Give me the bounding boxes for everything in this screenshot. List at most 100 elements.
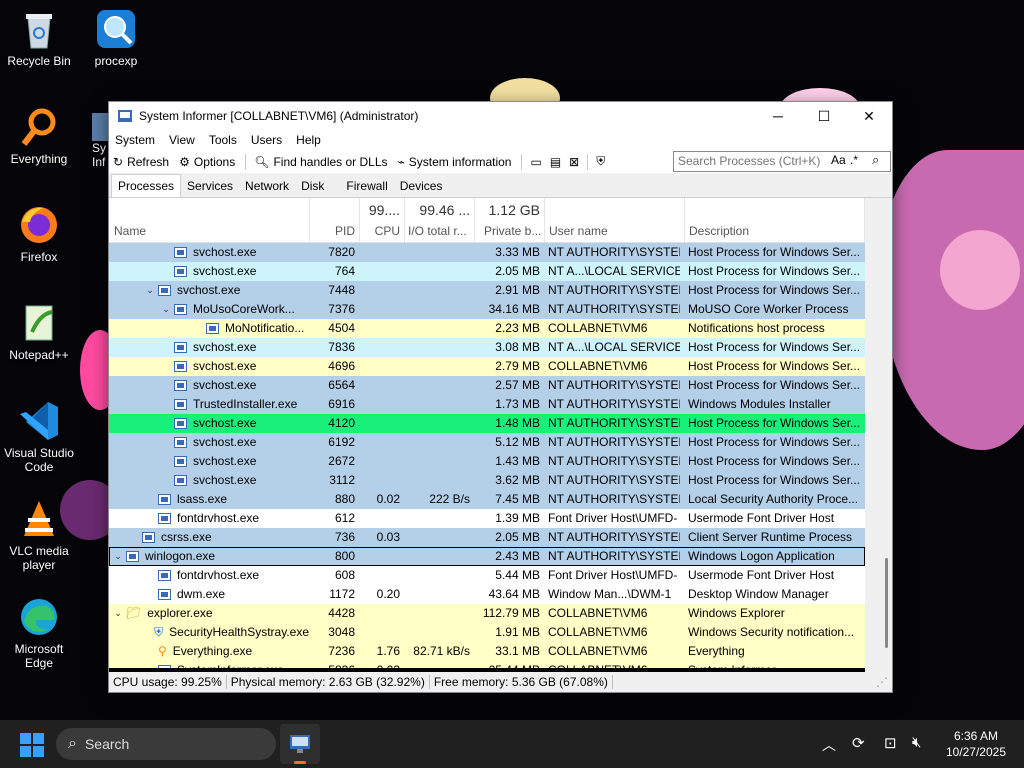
- window-icon-button[interactable]: ▭: [530, 155, 541, 169]
- process-row[interactable]: svchost.exe 764 2.05 MB NT A...\LOCAL SERVI…: [109, 262, 865, 281]
- title-bar[interactable]: System Informer [COLLABNET\VM6] (Adminis…: [109, 102, 892, 130]
- column-desc-label: Description: [689, 224, 750, 238]
- desktop-icon-vlc[interactable]: VLC media player: [1, 498, 77, 572]
- tab-disk[interactable]: Disk: [295, 175, 330, 197]
- process-private-bytes: 1.48 MB: [495, 416, 540, 430]
- desktop-icon-recycle-bin[interactable]: Recycle Bin: [1, 8, 77, 68]
- regex-toggle[interactable]: .*: [850, 153, 858, 167]
- process-row[interactable]: svchost.exe 4696 2.79 MB COLLABNET\VM6 Host …: [109, 357, 865, 376]
- maximize-button[interactable]: ☐: [801, 102, 847, 130]
- close-button[interactable]: ✕: [846, 102, 892, 130]
- process-row[interactable]: ⌄ winlogon.exe 800 2.43 MB NT AUTHORITY\SYST…: [109, 547, 865, 566]
- process-row[interactable]: TrustedInstaller.exe 6916 1.73 MB NT AUTHOR…: [109, 395, 865, 414]
- process-row[interactable]: ⌄ 📁︎ explorer.exe 4428 112.79 MB COLLABNET\VM…: [109, 604, 865, 623]
- column-user-name[interactable]: User name: [544, 198, 685, 242]
- refresh-button[interactable]: ↻ Refresh: [113, 155, 169, 169]
- expand-toggle-icon[interactable]: ⌄: [145, 281, 155, 300]
- network-icon[interactable]: ⊡: [884, 734, 897, 752]
- process-row[interactable]: svchost.exe 2672 1.43 MB NT AUTHORITY\SYSTE…: [109, 452, 865, 471]
- process-row[interactable]: ⌄ MoUsoCoreWork... 7376 34.16 MB NT AUTHORIT…: [109, 300, 865, 319]
- column-pid[interactable]: PID: [309, 198, 360, 242]
- desktop-icon-vscode[interactable]: Visual Studio Code: [1, 400, 77, 474]
- process-row[interactable]: fontdrvhost.exe 608 5.44 MB Font Driver Hos…: [109, 566, 865, 585]
- sync-icon[interactable]: ⟳: [852, 734, 865, 752]
- find-handles-button[interactable]: 🔍︎ Find handles or DLLs: [254, 155, 387, 169]
- desktop-icon-firefox[interactable]: Firefox: [1, 204, 77, 264]
- desktop-icon-everything[interactable]: Everything: [1, 106, 77, 166]
- search-input[interactable]: [674, 152, 828, 169]
- expand-toggle-icon[interactable]: ⌄: [113, 604, 123, 623]
- desktop-icon-procexp[interactable]: procexp: [78, 8, 154, 68]
- process-window-icon: [174, 247, 187, 258]
- start-button[interactable]: [20, 733, 44, 760]
- process-io: [408, 528, 470, 547]
- process-row[interactable]: MoNotificatio... 4504 2.23 MB COLLABNET\VM6…: [109, 319, 865, 338]
- column-private-bytes[interactable]: 1.12 GB Private b...: [474, 198, 545, 242]
- search-processes-box[interactable]: Aa .* ⌕: [673, 151, 891, 172]
- resize-grip-icon[interactable]: ⋰: [872, 675, 892, 689]
- column-io[interactable]: 99.46 ... I/O total r...: [404, 198, 475, 242]
- process-name: svchost.exe: [193, 245, 257, 259]
- desktop-icon-label: Visual Studio Code: [4, 446, 74, 474]
- desktop-icon-edge[interactable]: Microsoft Edge: [1, 596, 77, 670]
- process-row[interactable]: dwm.exe 1172 0.20 43.64 MB Window Man...\DWM…: [109, 585, 865, 604]
- column-name[interactable]: Name: [109, 198, 310, 242]
- process-cpu: 0.02: [376, 492, 400, 506]
- process-name: explorer.exe: [147, 606, 213, 620]
- column-description[interactable]: Description: [684, 198, 865, 242]
- desktop-icon-partial[interactable]: Sy Inf: [92, 113, 108, 169]
- process-description: Local Security Authority Proce...: [688, 492, 859, 506]
- process-row[interactable]: svchost.exe 6564 2.57 MB NT AUTHORITY\SYSTE…: [109, 376, 865, 395]
- process-row[interactable]: csrss.exe 736 0.03 2.05 MB NT AUTHORITY\SYST…: [109, 528, 865, 547]
- menu-view[interactable]: View: [169, 133, 195, 147]
- system-informer-window: System Informer [COLLABNET\VM6] (Adminis…: [108, 101, 893, 693]
- tab-firewall[interactable]: Firewall: [340, 175, 393, 197]
- system-information-button[interactable]: ⌁ System information: [398, 155, 512, 169]
- search-icon[interactable]: ⌕: [872, 152, 879, 168]
- io-total: 99.46 ...: [419, 202, 470, 218]
- taskbar-clock[interactable]: 6:36 AM 10/27/2025: [946, 728, 1006, 760]
- options-button[interactable]: ⚙ Options: [179, 155, 235, 169]
- process-row[interactable]: svchost.exe 3112 3.62 MB NT AUTHORITY\SYSTE…: [109, 471, 865, 490]
- process-row[interactable]: ⚲ Everything.exe 7236 1.76 82.71 kB/s 33.1 MB…: [109, 642, 865, 661]
- desktop-icon-notepad-plus-plus[interactable]: Notepad++: [1, 302, 77, 362]
- vertical-scrollbar[interactable]: [866, 198, 890, 668]
- column-cpu[interactable]: 99.... CPU: [359, 198, 405, 242]
- menu-tools[interactable]: Tools: [209, 133, 237, 147]
- case-sensitive-toggle[interactable]: Aa: [831, 153, 846, 167]
- chevron-up-icon[interactable]: ︿: [822, 735, 836, 755]
- volume-icon[interactable]: 🔇︎: [912, 734, 921, 751]
- process-row[interactable]: SystemInformer.exe 5836 0.03 25.44 MB COLLAB…: [109, 661, 865, 668]
- process-row[interactable]: svchost.exe 6192 5.12 MB NT AUTHORITY\SYSTE…: [109, 433, 865, 452]
- process-row[interactable]: svchost.exe 7820 3.33 MB NT AUTHORITY\SYSTE…: [109, 243, 865, 262]
- process-private-bytes: 2.23 MB: [495, 321, 540, 335]
- tab-devices[interactable]: Devices: [394, 175, 449, 197]
- process-row[interactable]: svchost.exe 7836 3.08 MB NT A...\LOCAL SERV…: [109, 338, 865, 357]
- tab-services[interactable]: Services: [181, 175, 239, 197]
- minimize-button[interactable]: ─: [755, 102, 801, 130]
- terminate-button[interactable]: ⊠: [569, 155, 579, 169]
- menu-users[interactable]: Users: [251, 133, 282, 147]
- process-row[interactable]: svchost.exe 4120 1.48 MB NT AUTHORITY\SYSTE…: [109, 414, 865, 433]
- process-row[interactable]: ⌄ svchost.exe 7448 2.91 MB NT AUTHORITY\SYST…: [109, 281, 865, 300]
- process-io: [408, 661, 470, 668]
- process-row[interactable]: fontdrvhost.exe 612 1.39 MB Font Driver Hos…: [109, 509, 865, 528]
- shield-button[interactable]: ⛨: [596, 154, 605, 169]
- status-free-memory: Free memory: 5.36 GB (67.08%): [430, 675, 613, 689]
- find-window-button[interactable]: ▤: [550, 155, 561, 169]
- expand-toggle-icon[interactable]: ⌄: [161, 300, 171, 319]
- menu-system[interactable]: System: [115, 133, 155, 147]
- process-user: NT AUTHORITY\SYSTEM: [548, 454, 680, 468]
- process-row[interactable]: lsass.exe 880 0.02 222 B/s 7.45 MB NT AUTHORI…: [109, 490, 865, 509]
- process-pid: 880: [334, 492, 355, 506]
- taskbar-system-informer[interactable]: [280, 724, 320, 764]
- column-pid-label: PID: [334, 224, 355, 238]
- expand-toggle-icon[interactable]: ⌄: [113, 547, 123, 566]
- menu-help[interactable]: Help: [296, 133, 321, 147]
- process-row[interactable]: ⛨ SecurityHealthSystray.exe 3048 1.91 MB COL…: [109, 623, 865, 642]
- taskbar-search[interactable]: ⌕ Search: [56, 728, 276, 760]
- tab-processes[interactable]: Processes: [111, 174, 182, 197]
- process-user: COLLABNET\VM6: [548, 359, 648, 373]
- tab-network[interactable]: Network: [239, 175, 295, 197]
- scrollbar-thumb[interactable]: [885, 558, 888, 648]
